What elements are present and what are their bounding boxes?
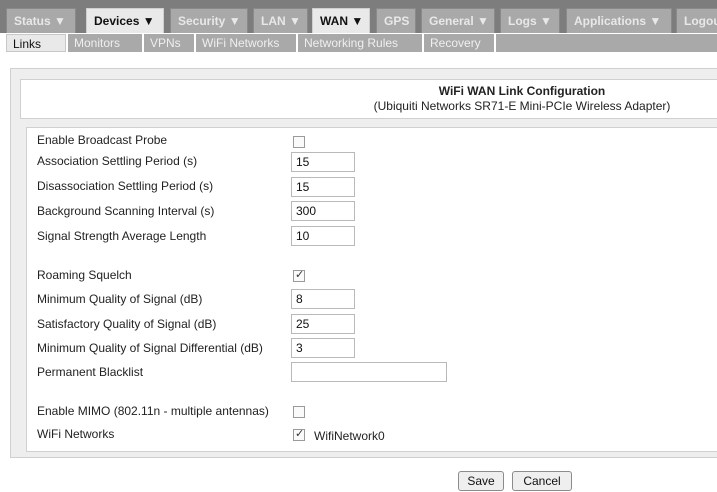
signal-strength-avg-label: Signal Strength Average Length xyxy=(37,229,207,243)
association-settling-input[interactable] xyxy=(291,152,355,172)
permanent-blacklist-input[interactable] xyxy=(291,362,447,382)
disassociation-settling-input[interactable] xyxy=(291,177,355,197)
wifi-network-option-label: WifiNetwork0 xyxy=(314,429,385,443)
enable-mimo-checkbox[interactable] xyxy=(293,406,305,418)
min-quality-diff-label: Minimum Quality of Signal Differential (… xyxy=(37,341,263,355)
roaming-squelch-checkbox[interactable] xyxy=(293,268,305,282)
association-settling-label: Association Settling Period (s) xyxy=(37,154,198,168)
signal-strength-avg-input[interactable] xyxy=(291,226,355,246)
broadcast-probe-checkbox[interactable] xyxy=(293,136,305,148)
satisfactory-quality-input[interactable] xyxy=(291,314,355,334)
satisfactory-quality-label: Satisfactory Quality of Signal (dB) xyxy=(37,317,217,331)
enable-mimo-label: Enable MIMO (802.11n - multiple antennas… xyxy=(37,404,269,418)
wifi-network-checkbox[interactable] xyxy=(293,427,305,441)
wifi-networks-label: WiFi Networks xyxy=(37,427,115,441)
cancel-button[interactable]: Cancel xyxy=(512,471,572,491)
panel-header-clip: WiFi WAN Link Configuration (Ubiquiti Ne… xyxy=(0,0,717,492)
panel-subtitle: (Ubiquiti Networks SR71-E Mini-PCIe Wire… xyxy=(373,99,671,113)
save-button[interactable]: Save xyxy=(458,471,504,491)
min-quality-label: Minimum Quality of Signal (dB) xyxy=(37,292,203,306)
background-scanning-input[interactable] xyxy=(291,201,355,221)
permanent-blacklist-label: Permanent Blacklist xyxy=(37,365,144,379)
broadcast-probe-label: Enable Broadcast Probe xyxy=(37,133,168,147)
min-quality-diff-input[interactable] xyxy=(291,338,355,358)
panel-title: WiFi WAN Link Configuration xyxy=(438,84,606,98)
background-scanning-label: Background Scanning Interval (s) xyxy=(37,204,215,218)
min-quality-input[interactable] xyxy=(291,289,355,309)
roaming-squelch-label: Roaming Squelch xyxy=(37,268,132,282)
disassociation-settling-label: Disassociation Settling Period (s) xyxy=(37,179,214,193)
